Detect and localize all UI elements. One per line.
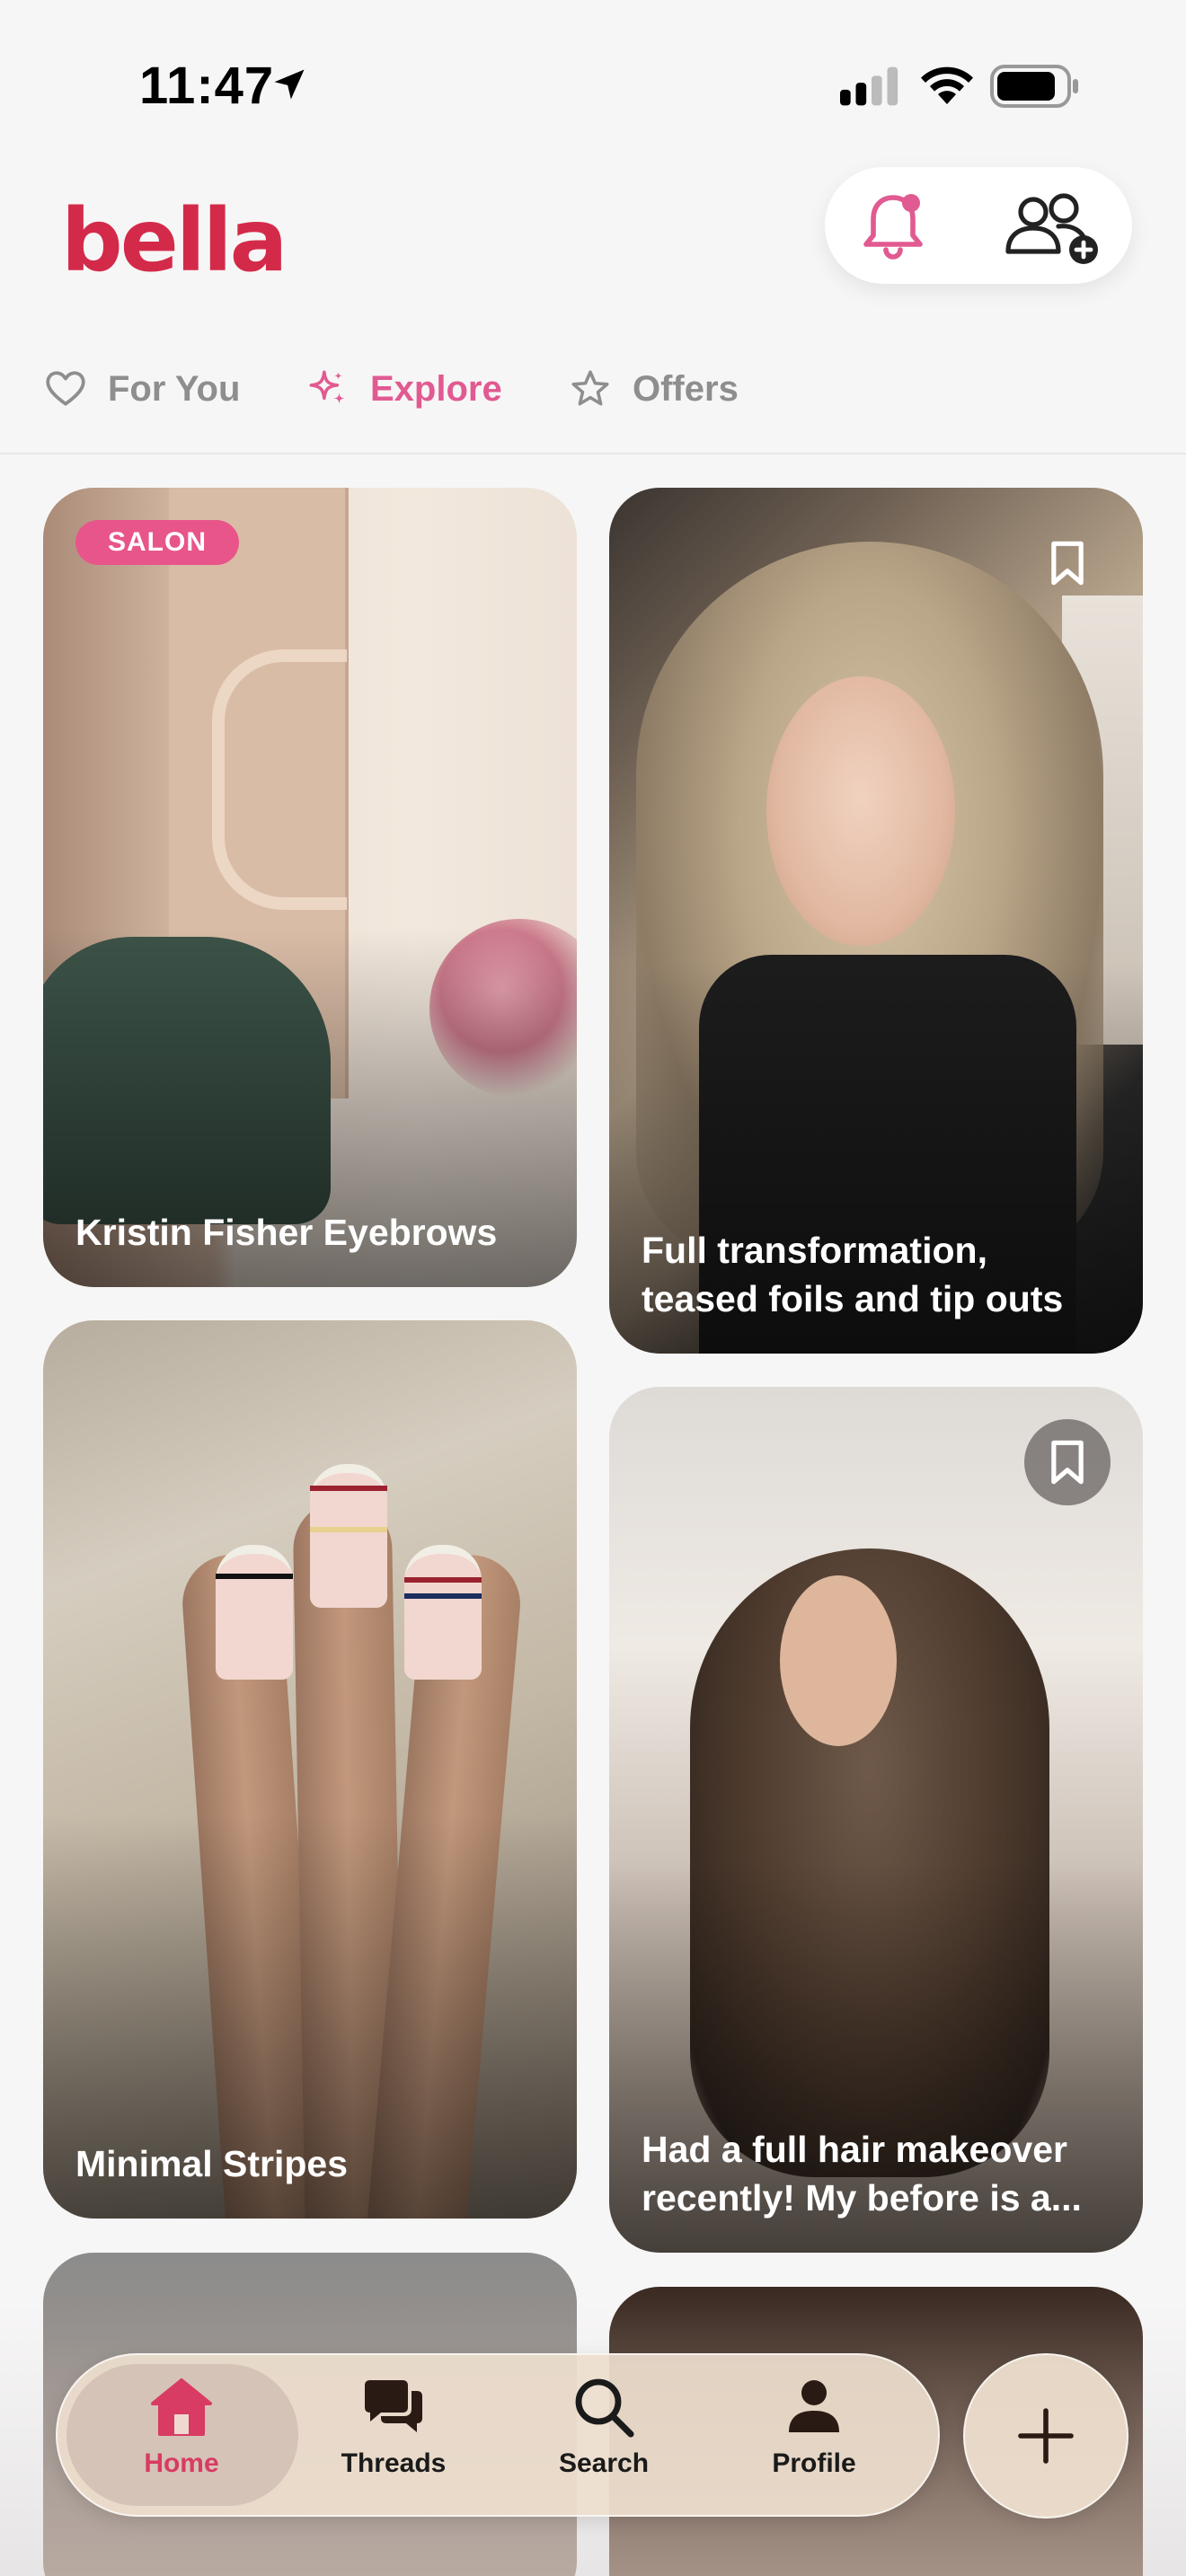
star-icon xyxy=(571,370,609,406)
tab-bar-threads[interactable]: Threads xyxy=(313,2371,474,2497)
add-friends-icon[interactable] xyxy=(997,187,1105,266)
feed-card-transformation[interactable]: Full transformation, teased foils and ti… xyxy=(609,488,1143,1354)
search-icon xyxy=(575,2378,634,2438)
wifi-icon xyxy=(921,66,973,104)
tab-offers[interactable]: Offers xyxy=(568,359,739,419)
card-image-nail xyxy=(404,1545,482,1680)
card-image-nail xyxy=(216,1545,293,1680)
card-image-face xyxy=(766,676,955,946)
home-icon xyxy=(151,2378,212,2436)
tabs-divider xyxy=(0,453,1186,454)
card-image-door-arc xyxy=(212,649,347,910)
nail-stripe xyxy=(404,1577,482,1583)
nail-stripe xyxy=(310,1486,387,1491)
plus-icon xyxy=(1018,2408,1074,2464)
tab-for-you[interactable]: For You xyxy=(43,359,240,419)
tab-offers-label: Offers xyxy=(633,368,739,409)
bookmark-button[interactable] xyxy=(1024,1419,1111,1505)
battery-icon xyxy=(990,65,1078,108)
tab-explore[interactable]: Explore xyxy=(305,359,502,419)
tab-bar-threads-label: Threads xyxy=(341,2448,447,2478)
heart-icon xyxy=(46,371,85,406)
create-post-button[interactable] xyxy=(963,2353,1128,2519)
salon-badge: SALON xyxy=(75,520,239,565)
location-arrow-icon xyxy=(274,69,305,100)
tab-bar-profile-label: Profile xyxy=(772,2448,856,2478)
tab-bar-search[interactable]: Search xyxy=(523,2371,685,2497)
bookmark-icon xyxy=(1051,1440,1084,1485)
profile-icon xyxy=(789,2380,839,2432)
notifications-bell-icon[interactable] xyxy=(854,187,933,266)
feed-card-makeover[interactable]: Had a full hair makeover recently! My be… xyxy=(609,1387,1143,2253)
nail-stripe xyxy=(404,1593,482,1599)
tab-explore-label: Explore xyxy=(370,368,502,409)
status-time: 11:47 xyxy=(139,57,275,115)
tab-bar-home[interactable]: Home xyxy=(101,2371,262,2497)
bella-logo: bella xyxy=(61,190,288,291)
card-image-face xyxy=(780,1575,897,1746)
tab-for-you-label: For You xyxy=(108,368,241,409)
feed-card-eyebrows[interactable]: SALON Kristin Fisher Eyebrows xyxy=(43,488,577,1287)
nail-stripe xyxy=(216,1574,293,1579)
tab-bar-profile[interactable]: Profile xyxy=(733,2371,895,2497)
card-title: Full transformation, teased foils and ti… xyxy=(642,1230,1064,1319)
bookmark-icon xyxy=(1051,541,1084,586)
card-title: Minimal Stripes xyxy=(75,2142,349,2184)
tab-bar-search-label: Search xyxy=(558,2448,650,2478)
bookmark-button[interactable] xyxy=(1024,520,1111,606)
feed-card-nails[interactable]: Minimal Stripes xyxy=(43,1320,577,2219)
card-title: Had a full hair makeover recently! My be… xyxy=(642,2129,1082,2219)
card-image-nail xyxy=(310,1464,387,1608)
sparkle-icon xyxy=(309,370,345,404)
threads-icon xyxy=(365,2380,422,2432)
nail-stripe xyxy=(310,1527,387,1532)
card-title: Kristin Fisher Eyebrows xyxy=(75,1211,498,1253)
signal-icon xyxy=(840,66,898,106)
tab-bar-home-label: Home xyxy=(144,2448,219,2478)
